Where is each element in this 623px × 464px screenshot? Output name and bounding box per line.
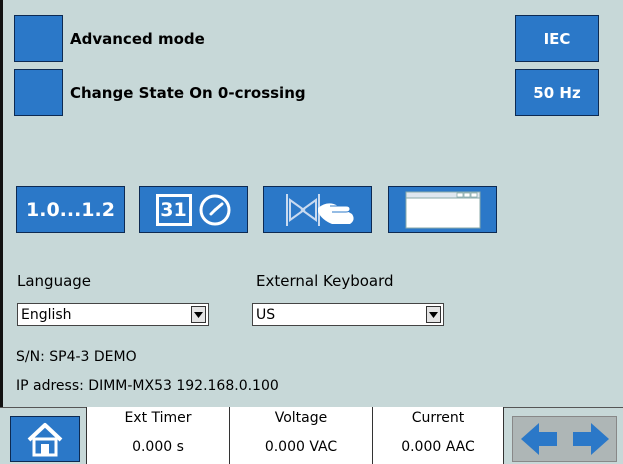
range-button[interactable]: 1.0...1.2 xyxy=(16,186,125,233)
voltage-title: Voltage xyxy=(274,410,328,426)
date-time-button[interactable]: 31 xyxy=(139,186,248,233)
ext-timer-cell: Ext Timer 0.000 s xyxy=(86,407,229,464)
clock-icon xyxy=(199,194,230,225)
language-select[interactable]: English xyxy=(17,303,209,326)
voltage-cell: Voltage 0.000 VAC xyxy=(229,407,372,464)
calendar-icon: 31 xyxy=(155,193,192,226)
home-button[interactable] xyxy=(10,416,80,462)
standard-iec-button[interactable]: IEC xyxy=(515,15,599,62)
arrow-right-icon xyxy=(573,423,609,455)
ip-address: IP adress: DIMM-MX53 192.168.0.100 xyxy=(16,378,279,394)
current-title: Current xyxy=(411,410,465,426)
current-value: 0.000 AAC xyxy=(401,439,475,455)
zero-crossing-checkbox[interactable] xyxy=(14,69,63,116)
previous-button[interactable] xyxy=(513,417,565,461)
language-value: English xyxy=(21,306,72,323)
chevron-down-icon[interactable] xyxy=(426,306,441,323)
keyboard-value: US xyxy=(256,306,276,323)
voltage-value: 0.000 VAC xyxy=(264,439,338,455)
next-button[interactable] xyxy=(565,417,617,461)
keyboard-select[interactable]: US xyxy=(252,303,444,326)
ext-timer-value: 0.000 s xyxy=(132,439,184,455)
switch-config-button[interactable] xyxy=(263,186,372,233)
arrow-left-icon xyxy=(521,423,557,455)
current-cell: Current 0.000 AAC xyxy=(372,407,504,464)
language-label: Language xyxy=(17,272,92,290)
advanced-mode-label: Advanced mode xyxy=(70,30,205,48)
home-icon xyxy=(27,423,63,457)
left-edge xyxy=(0,0,3,464)
window-button[interactable] xyxy=(388,186,497,233)
ext-timer-title: Ext Timer xyxy=(124,410,192,426)
window-icon xyxy=(405,191,480,228)
frequency-button[interactable]: 50 Hz xyxy=(515,69,599,116)
zero-crossing-label: Change State On 0-crossing xyxy=(70,84,306,102)
serial-number: S/N: SP4-3 DEMO xyxy=(16,349,137,365)
range-label: 1.0...1.2 xyxy=(26,198,115,221)
switch-touch-icon xyxy=(285,193,354,226)
chevron-down-icon[interactable] xyxy=(191,306,206,323)
navigation-pad xyxy=(512,416,617,462)
keyboard-label: External Keyboard xyxy=(256,272,394,290)
advanced-mode-checkbox[interactable] xyxy=(14,15,63,62)
